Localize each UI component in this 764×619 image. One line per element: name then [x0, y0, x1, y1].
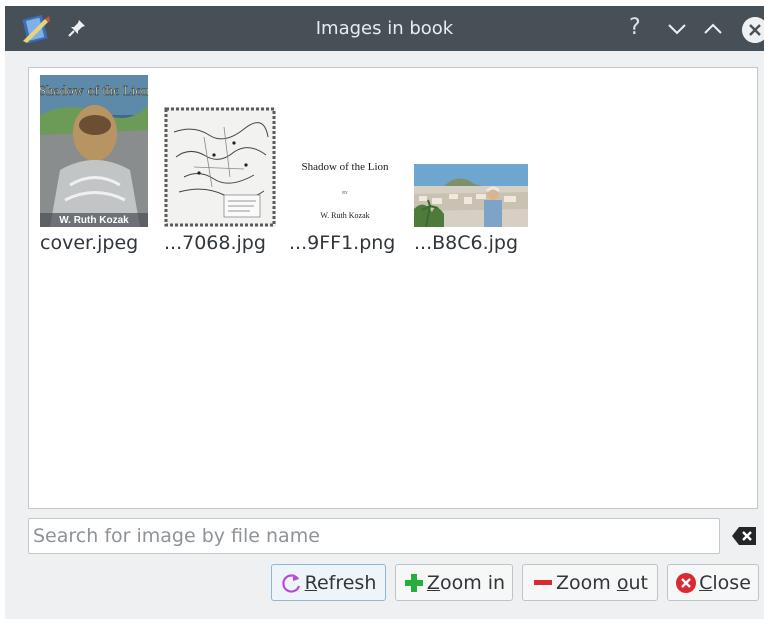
minus-icon	[534, 579, 553, 585]
plus-icon	[404, 573, 423, 592]
zoom-in-label: Zoom in	[426, 571, 506, 594]
image-item-map[interactable]: ...7068.jpg	[164, 107, 276, 254]
close-circle-icon	[676, 572, 697, 593]
title-bar: Images in book ?	[5, 6, 764, 51]
close-window-icon[interactable]	[742, 17, 764, 43]
page-by-text: BY	[342, 190, 348, 195]
minimize-icon[interactable]	[666, 19, 688, 39]
image-filename: ...9FF1.png	[289, 232, 396, 254]
window-title: Images in book	[315, 18, 454, 39]
image-grid[interactable]: Shadow of the Lion W. Ruth Kozak cover.j…	[28, 67, 758, 509]
image-item-photo[interactable]: ...B8C6.jpg	[414, 164, 528, 254]
refresh-icon	[281, 573, 300, 593]
close-button[interactable]: Close	[667, 564, 759, 601]
search-input[interactable]	[28, 518, 720, 554]
close-label: Close	[699, 571, 751, 594]
page-author-text: W. Ruth Kozak	[320, 211, 369, 220]
photo-thumbnail[interactable]	[414, 164, 528, 227]
image-filename: ...B8C6.jpg	[414, 232, 519, 254]
zoom-out-button[interactable]: Zoom out	[522, 564, 658, 601]
refresh-label: Refresh	[304, 571, 377, 594]
cover-thumbnail[interactable]: Shadow of the Lion W. Ruth Kozak	[40, 75, 148, 227]
title-page-thumbnail[interactable]: Shadow of the Lion BY W. Ruth Kozak	[289, 156, 401, 227]
zoom-in-button[interactable]: Zoom in	[395, 564, 513, 601]
cover-title-text: Shadow of the Lion	[40, 84, 148, 99]
image-filename: cover.jpeg	[40, 232, 139, 254]
help-button[interactable]: ?	[629, 14, 641, 42]
image-item-cover[interactable]: Shadow of the Lion W. Ruth Kozak cover.j…	[40, 75, 148, 254]
page-title-text: Shadow of the Lion	[301, 161, 389, 173]
zoom-out-label: Zoom out	[556, 571, 648, 594]
map-thumbnail[interactable]	[164, 107, 276, 227]
clear-search-icon[interactable]	[731, 525, 758, 547]
image-item-titlepage[interactable]: Shadow of the Lion BY W. Ruth Kozak ...9…	[289, 156, 401, 254]
image-filename: ...7068.jpg	[164, 232, 266, 254]
cover-author-text: W. Ruth Kozak	[59, 215, 129, 226]
refresh-button[interactable]: Refresh	[271, 564, 386, 601]
maximize-icon[interactable]	[702, 19, 724, 39]
